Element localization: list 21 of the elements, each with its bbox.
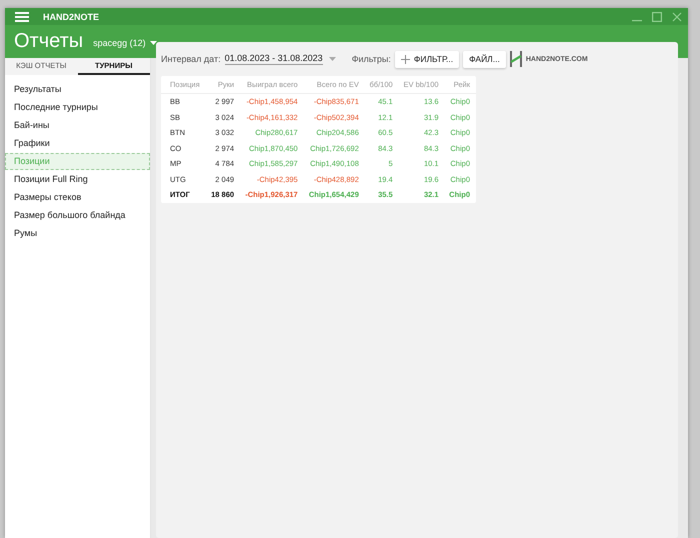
sidebar-item[interactable]: Бай-ины — [5, 117, 150, 134]
sidebar-item[interactable]: Румы — [5, 225, 150, 242]
menu-icon[interactable] — [15, 12, 29, 22]
date-label: Интервал дат: — [161, 54, 221, 64]
sidebar-item[interactable]: Результаты — [5, 81, 150, 98]
maximize-icon[interactable] — [652, 12, 662, 22]
window-title: HAND2NOTE — [43, 12, 100, 22]
filters-label: Фильтры: — [352, 54, 391, 64]
close-icon[interactable] — [672, 12, 682, 22]
plus-icon — [400, 54, 410, 64]
filter-button[interactable]: ФИЛЬТР... — [394, 50, 460, 68]
caret-icon — [150, 41, 157, 45]
sidebar-item[interactable]: Графики — [5, 135, 150, 152]
logo-icon — [510, 51, 522, 67]
sidebar-item[interactable]: Последние турниры — [5, 99, 150, 116]
sidebar-item[interactable]: Позиции Full Ring — [5, 171, 150, 188]
page-title: Отчеты — [14, 30, 84, 53]
date-range-dropdown[interactable]: 01.08.2023 - 31.08.2023 — [224, 53, 323, 65]
file-button[interactable]: ФАЙЛ... — [463, 50, 506, 68]
sidebar-item[interactable]: Размеры стеков — [5, 189, 150, 206]
sidebar-item[interactable]: Размер большого блайнда — [5, 207, 150, 224]
